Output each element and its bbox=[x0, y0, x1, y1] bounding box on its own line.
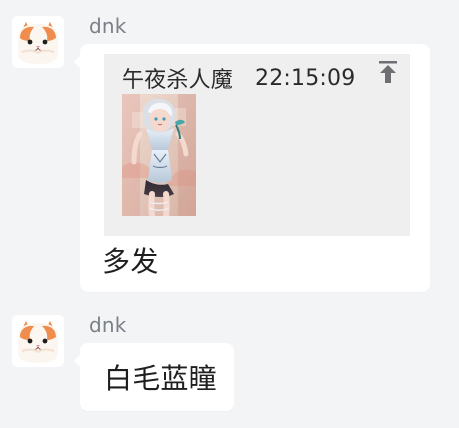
reply-card[interactable]: 午夜杀人魔 22:15:09 bbox=[104, 54, 410, 236]
message-text: 白毛蓝瞳 bbox=[104, 362, 217, 395]
cat-avatar-icon bbox=[12, 315, 64, 367]
reply-image[interactable] bbox=[122, 94, 196, 216]
avatar[interactable] bbox=[12, 16, 64, 68]
chat-window: dnk 午夜杀人魔 22:15:09 多发 dnk 白毛蓝瞳 bbox=[0, 0, 459, 428]
reply-header: 午夜杀人魔 22:15:09 bbox=[122, 62, 392, 94]
jump-to-top-icon[interactable] bbox=[374, 58, 402, 86]
anime-girl-image-icon bbox=[122, 94, 196, 216]
reply-time: 22:15:09 bbox=[255, 65, 356, 91]
message-text: 多发 bbox=[102, 245, 159, 278]
message-bubble[interactable]: 午夜杀人魔 22:15:09 多发 bbox=[74, 44, 430, 292]
sender-name: dnk bbox=[89, 14, 127, 38]
cat-avatar-icon bbox=[12, 16, 64, 68]
reply-author: 午夜杀人魔 bbox=[122, 68, 234, 93]
sender-name: dnk bbox=[89, 313, 127, 337]
message-bubble[interactable]: 白毛蓝瞳 bbox=[74, 343, 234, 411]
avatar[interactable] bbox=[12, 315, 64, 367]
